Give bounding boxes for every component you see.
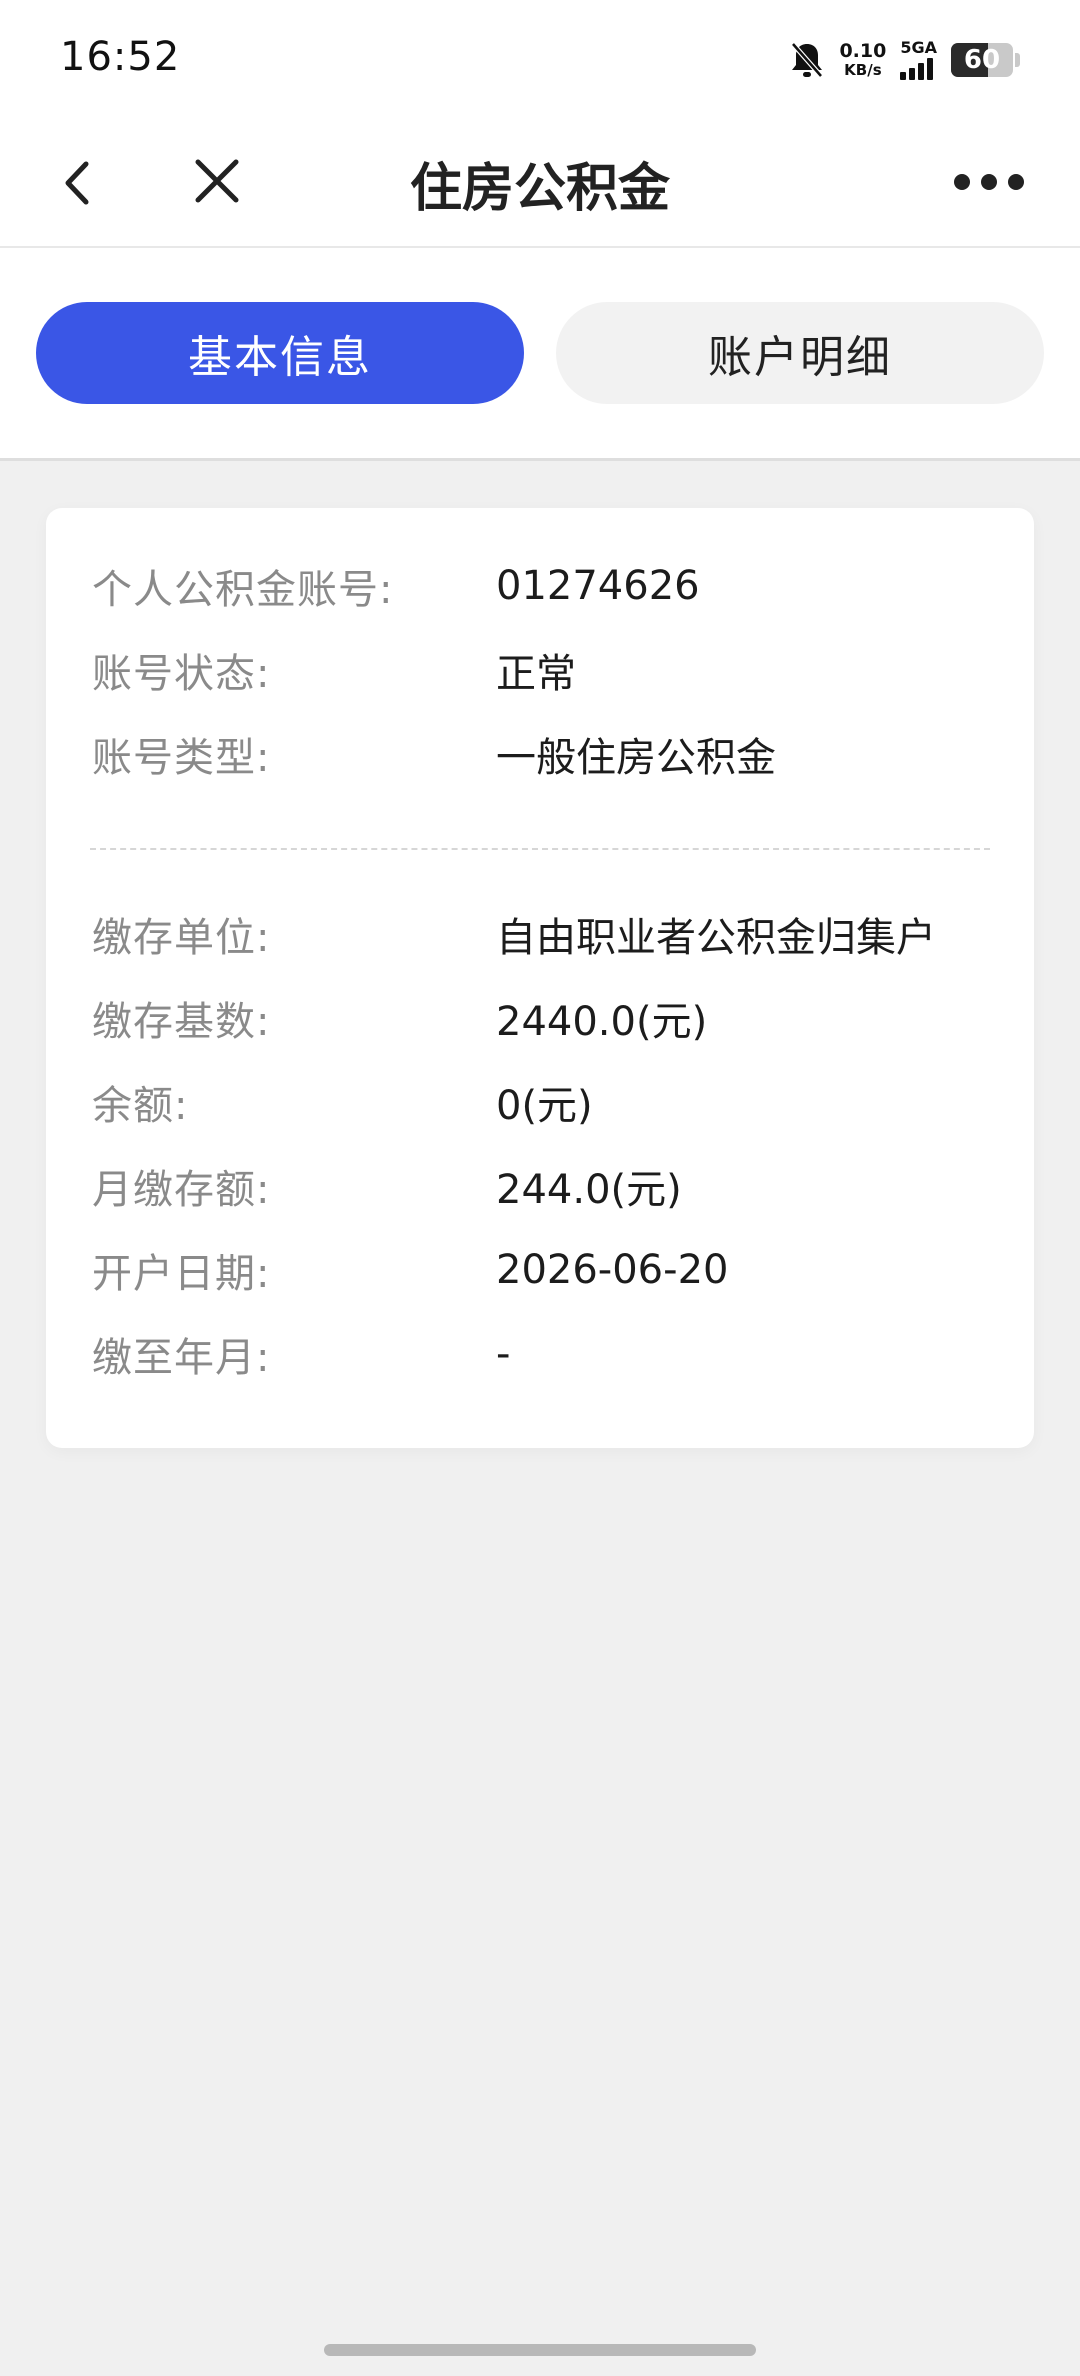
more-dot: [1008, 174, 1024, 190]
info-row-account-number: 个人公积金账号: 01274626: [92, 556, 992, 616]
info-label: 月缴存额:: [92, 1167, 271, 1213]
home-indicator[interactable]: [324, 2344, 756, 2356]
more-dot: [981, 174, 997, 190]
info-label: 个人公积金账号:: [92, 567, 394, 613]
info-value: 2440.0(元): [496, 999, 708, 1045]
info-row-open-date: 开户日期: 2026-06-20: [92, 1240, 992, 1300]
info-value: 01274626: [496, 563, 700, 609]
info-value: 自由职业者公积金归集户: [496, 915, 936, 961]
tab-basic-info[interactable]: 基本信息: [36, 302, 524, 404]
signal-bars-icon: [900, 58, 937, 80]
info-value: -: [496, 1331, 511, 1377]
info-label: 开户日期:: [92, 1251, 271, 1297]
account-info-card: 个人公积金账号: 01274626 账号状态: 正常 账号类型: 一般住房公积金…: [46, 508, 1034, 1448]
info-row-monthly-deposit: 月缴存额: 244.0(元): [92, 1156, 992, 1216]
status-icons: 0.10 KB/s 5GA 60: [789, 38, 1020, 82]
network-type: 5GA: [900, 38, 937, 57]
info-label: 缴存基数:: [92, 999, 271, 1045]
info-label: 缴至年月:: [92, 1335, 271, 1381]
info-label: 缴存单位:: [92, 915, 271, 961]
battery-icon: 60: [951, 43, 1020, 77]
info-row-paid-until: 缴至年月: -: [92, 1324, 992, 1384]
info-value: 244.0(元): [496, 1167, 682, 1213]
bell-muted-icon: [789, 40, 825, 80]
network-speed: 0.10 KB/s: [839, 42, 886, 78]
info-row-account-type: 账号类型: 一般住房公积金: [92, 724, 992, 784]
battery-body: 60: [951, 43, 1013, 77]
signal-indicator: 5GA: [900, 40, 937, 80]
info-row-balance: 余额: 0(元): [92, 1072, 992, 1132]
page-title: 住房公积金: [409, 159, 670, 219]
tab-account-detail[interactable]: 账户明细: [556, 302, 1044, 404]
info-value: 一般住房公积金: [496, 735, 776, 781]
info-row-employer: 缴存单位: 自由职业者公积金归集户: [92, 904, 992, 964]
battery-tip: [1015, 53, 1020, 67]
network-speed-value: 0.10: [839, 40, 887, 62]
info-row-deposit-base: 缴存基数: 2440.0(元): [92, 988, 992, 1048]
more-button[interactable]: [954, 160, 1024, 204]
dashed-divider: [90, 848, 990, 850]
network-speed-unit: KB/s: [844, 61, 882, 79]
battery-level: 60: [963, 45, 1001, 75]
status-bar: 16:52 0.10 KB/s 5GA 60: [0, 0, 1080, 120]
status-time: 16:52: [60, 34, 181, 80]
info-label: 账号状态:: [92, 651, 271, 697]
info-value: 正常: [496, 651, 576, 697]
nav-bar: 住房公积金: [0, 120, 1080, 248]
info-row-account-status: 账号状态: 正常: [92, 640, 992, 700]
more-dot: [954, 174, 970, 190]
info-label: 账号类型:: [92, 735, 271, 781]
info-value: 2026-06-20: [496, 1247, 729, 1293]
info-label: 余额:: [92, 1083, 189, 1129]
tab-bar: 基本信息 账户明细: [0, 248, 1080, 461]
info-value: 0(元): [496, 1083, 593, 1129]
